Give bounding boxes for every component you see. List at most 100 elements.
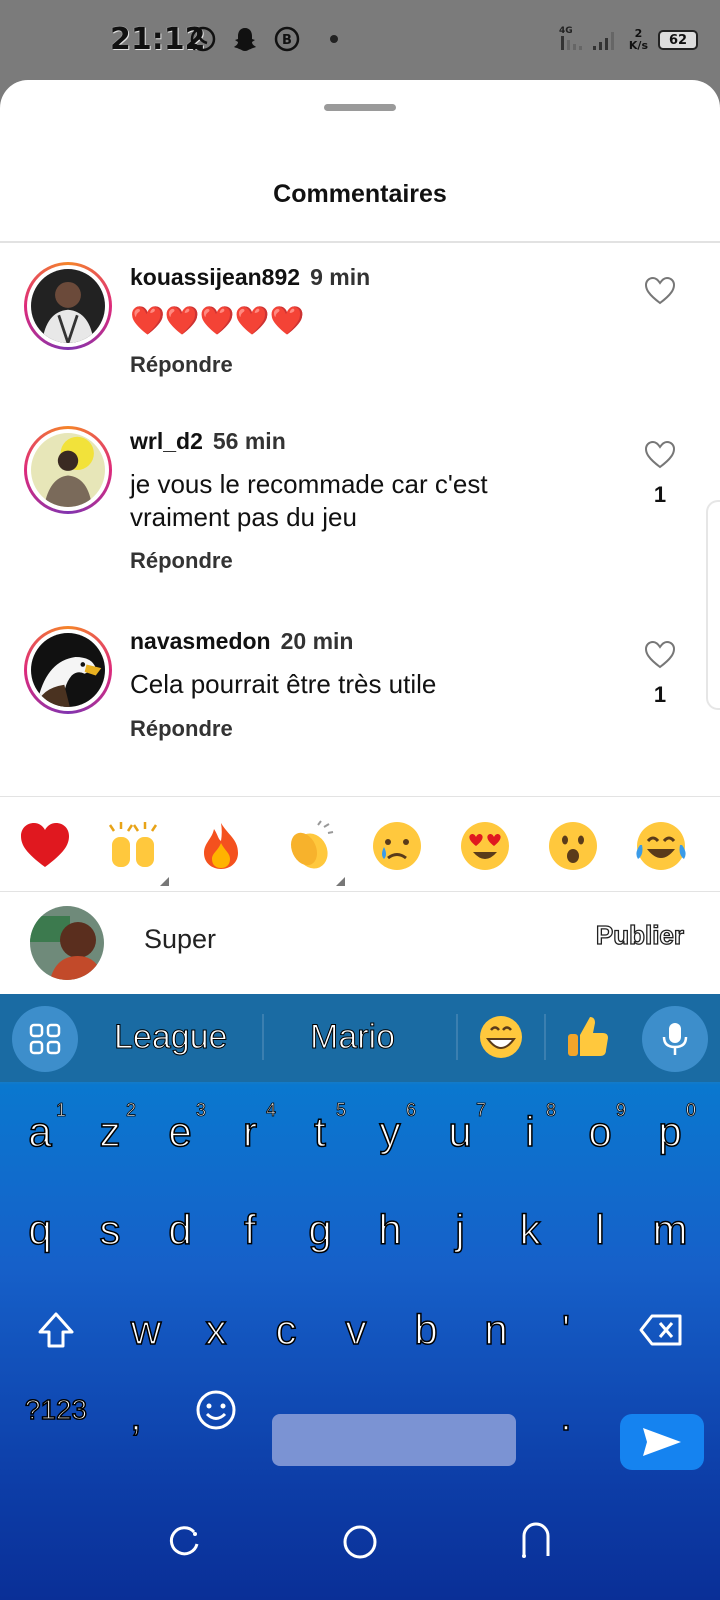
side-drawer-handle[interactable]: [706, 500, 720, 710]
emoji-reaction-bar: [0, 796, 720, 892]
comment-username[interactable]: navasmedon: [130, 628, 271, 654]
shift-key[interactable]: [24, 1290, 88, 1370]
comment-header: kouassijean892 9 min: [130, 264, 370, 291]
key-x[interactable]: x: [186, 1290, 246, 1370]
key-c[interactable]: c: [256, 1290, 316, 1370]
grinning-face-icon[interactable]: [478, 1014, 524, 1064]
more-notifications-dot: [330, 35, 338, 43]
snapchat-icon: [230, 24, 260, 54]
key-k[interactable]: k: [500, 1190, 560, 1270]
emoji-key[interactable]: [186, 1370, 246, 1450]
comment-username[interactable]: kouassijean892: [130, 264, 300, 290]
comment-composer: Super Publier: [0, 892, 720, 994]
key-number-hint: 9: [615, 1100, 627, 1121]
battery-indicator: 62: [658, 30, 698, 50]
divider: [0, 241, 720, 243]
key-u[interactable]: u7: [430, 1092, 490, 1172]
heart-eyes-icon[interactable]: [458, 819, 512, 873]
suggestion-divider: [544, 1014, 546, 1060]
like-heart-icon[interactable]: [644, 640, 676, 674]
key-n[interactable]: n: [466, 1290, 526, 1370]
key-a[interactable]: a1: [10, 1092, 70, 1172]
skin-tone-indicator: [336, 877, 345, 886]
key-q[interactable]: q: [10, 1190, 70, 1270]
key-number-hint: 2: [125, 1100, 137, 1121]
key-letter: a: [28, 1107, 53, 1156]
current-user-avatar: [30, 906, 104, 980]
key-t[interactable]: t5: [290, 1092, 350, 1172]
clapping-hands-icon[interactable]: [282, 819, 336, 873]
recents-icon[interactable]: [164, 1522, 204, 1562]
key-p[interactable]: p0: [640, 1092, 700, 1172]
key-d[interactable]: d: [150, 1190, 210, 1270]
symbols-key[interactable]: ?123: [18, 1370, 94, 1450]
key-i[interactable]: i8: [500, 1092, 560, 1172]
signal-icon: 4G: [559, 24, 619, 56]
tears-of-joy-icon[interactable]: [634, 819, 688, 873]
key-m[interactable]: m: [640, 1190, 700, 1270]
key-s[interactable]: s: [80, 1190, 140, 1270]
backspace-key[interactable]: [620, 1290, 702, 1370]
space-bar[interactable]: [272, 1414, 516, 1466]
avatar[interactable]: [24, 626, 112, 714]
publish-button[interactable]: Publier: [595, 919, 684, 951]
svg-text:4G: 4G: [559, 26, 573, 36]
fire-icon[interactable]: [194, 819, 248, 873]
key-v[interactable]: v: [326, 1290, 386, 1370]
key-number-hint: 7: [475, 1100, 487, 1121]
key-w[interactable]: w: [116, 1290, 176, 1370]
key-h[interactable]: h: [360, 1190, 420, 1270]
avatar[interactable]: [24, 426, 112, 514]
key-apostrophe[interactable]: ': [536, 1290, 596, 1370]
reply-button[interactable]: Répondre: [130, 352, 233, 378]
astonished-face-icon[interactable]: [546, 819, 600, 873]
key-o[interactable]: o9: [570, 1092, 630, 1172]
like-heart-icon[interactable]: [644, 440, 676, 474]
comments-sheet: Commentaires kouassijean892 9 min ❤️❤️❤️❤…: [0, 80, 720, 994]
home-icon[interactable]: [340, 1522, 380, 1562]
key-f[interactable]: f: [220, 1190, 280, 1270]
key-g[interactable]: g: [290, 1190, 350, 1270]
period-key[interactable]: .: [546, 1376, 586, 1456]
comment-time: 20 min: [280, 628, 354, 654]
svg-text:B: B: [282, 33, 292, 48]
apps-grid-icon[interactable]: [12, 1006, 78, 1072]
reply-button[interactable]: Répondre: [130, 548, 233, 574]
skin-tone-indicator: [160, 877, 169, 886]
avatar-image: [31, 633, 105, 707]
key-number-hint: 8: [545, 1100, 557, 1121]
drag-handle[interactable]: [324, 104, 396, 111]
suggestion-divider: [456, 1014, 458, 1060]
suggestion-item[interactable]: Mario: [309, 1018, 395, 1057]
crying-face-icon[interactable]: [370, 819, 424, 873]
key-number-hint: 1: [55, 1100, 67, 1121]
reply-button[interactable]: Répondre: [130, 716, 233, 742]
network-speed: 2 K/s: [629, 28, 648, 52]
key-e[interactable]: e3: [150, 1092, 210, 1172]
back-icon[interactable]: [516, 1522, 556, 1562]
key-l[interactable]: l: [570, 1190, 630, 1270]
key-letter: z: [99, 1107, 122, 1156]
key-number-hint: 4: [265, 1100, 277, 1121]
raising-hands-icon[interactable]: [106, 819, 160, 873]
like-heart-icon[interactable]: [644, 276, 676, 310]
send-icon[interactable]: [620, 1414, 704, 1470]
microphone-icon[interactable]: [642, 1006, 708, 1072]
key-letter: i: [525, 1107, 536, 1156]
key-number-hint: 6: [405, 1100, 417, 1121]
key-j[interactable]: j: [430, 1190, 490, 1270]
key-y[interactable]: y6: [360, 1092, 420, 1172]
comma-key[interactable]: ,: [116, 1376, 156, 1456]
comment-username[interactable]: wrl_d2: [130, 428, 203, 454]
avatar[interactable]: [24, 262, 112, 350]
thumbs-up-icon[interactable]: [564, 1014, 610, 1064]
comment-input[interactable]: Super: [144, 924, 216, 955]
suggestion-item[interactable]: League: [113, 1018, 227, 1057]
key-b[interactable]: b: [396, 1290, 456, 1370]
comment-time: 56 min: [212, 428, 286, 454]
key-z[interactable]: z2: [80, 1092, 140, 1172]
key-letter: e: [168, 1107, 193, 1156]
key-letter: r: [242, 1107, 258, 1156]
red-heart-icon[interactable]: [18, 819, 72, 873]
key-r[interactable]: r4: [220, 1092, 280, 1172]
